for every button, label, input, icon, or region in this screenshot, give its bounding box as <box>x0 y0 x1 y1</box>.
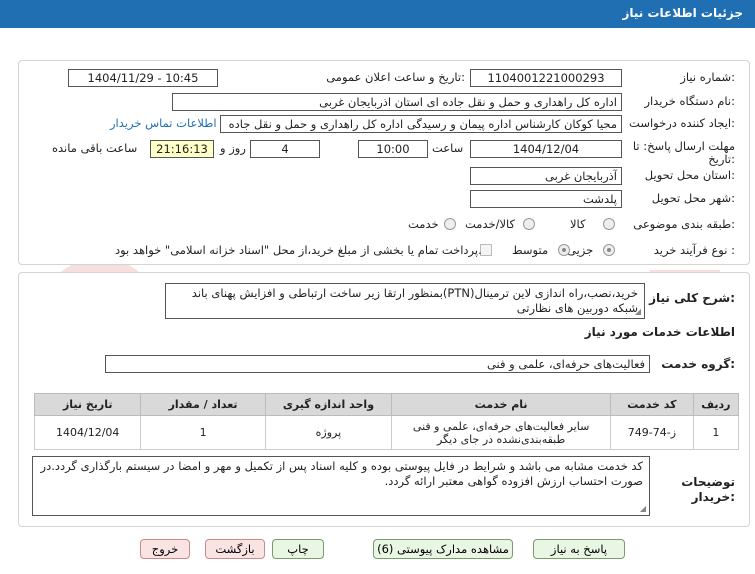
province-field: آذربایجان غربی <box>470 167 622 185</box>
deadline-time-field: 10:00 <box>358 140 428 158</box>
col-qty: تعداد / مقدار <box>140 393 266 416</box>
process-radio-minor[interactable] <box>603 244 615 256</box>
process-radio-medium[interactable] <box>558 244 570 256</box>
row-qty: 1 <box>140 415 266 450</box>
resize-handle-icon[interactable]: ◢ <box>638 505 646 513</box>
row-name: سایر فعالیت‌های حرفه‌ای، علمی و فنی طبقه… <box>391 415 612 450</box>
print-button[interactable]: چاپ <box>272 539 324 559</box>
creator-label: ایجاد کننده درخواست: <box>629 116 735 130</box>
buyer-notes-label-2: خریدار: <box>691 490 735 504</box>
process-medium-label: متوسط <box>512 243 549 257</box>
row-index: 1 <box>692 415 740 450</box>
row-unit: پروژه <box>264 415 393 450</box>
need-number-field: 1104001221000293 <box>470 69 622 87</box>
table-row: 1 ز-74-749 سایر فعالیت‌های حرفه‌ای، علمی… <box>33 415 740 450</box>
announce-datetime-field: 1404/11/29 - 10:45 <box>68 69 218 87</box>
category-radio-service[interactable] <box>444 218 456 230</box>
back-button[interactable]: بازگشت <box>205 539 265 559</box>
page-title: جزئیات اطلاعات نیاز <box>622 6 743 20</box>
description-label: شرح کلی نیاز: <box>649 291 735 305</box>
need-number-label: شماره نیاز: <box>680 70 735 84</box>
days-remaining-field: 4 <box>250 140 320 158</box>
services-table-header: ردیف کد خدمت نام خدمت واحد اندازه گیری ت… <box>33 393 740 416</box>
category-goods-service-label: کالا/خدمت <box>465 217 516 231</box>
remaining-time-field: 21:16:13 <box>150 140 214 158</box>
buyer-notes-label: توضیحات <box>681 475 735 489</box>
province-label: استان محل تحویل: <box>644 168 735 182</box>
col-name: نام خدمت <box>391 393 612 416</box>
treasury-payment-note: پرداخت تمام یا بخشی از مبلغ خرید،از محل … <box>115 243 482 257</box>
col-unit: واحد اندازه گیری <box>264 393 393 416</box>
buyer-notes-text: کد خدمت مشابه می باشد و شرایط در فایل پی… <box>40 459 643 488</box>
description-text: خرید،نصب،راه اندازی لاین ترمینال(PTN)بمن… <box>191 286 638 315</box>
row-code: ز-74-749 <box>610 415 694 450</box>
buyer-contact-link[interactable]: اطلاعات تماس خریدار <box>110 116 217 130</box>
city-label: شهر محل تحویل: <box>651 191 735 205</box>
buyer-org-label: نام دستگاه خریدار: <box>644 94 735 108</box>
deadline-date-field: 1404/12/04 <box>470 140 622 158</box>
description-field: خرید،نصب،راه اندازی لاین ترمینال(PTN)بمن… <box>165 283 645 319</box>
category-label: طبقه بندی موضوعی: <box>633 217 735 231</box>
service-group-label: گروه خدمت: <box>661 357 735 371</box>
deadline-time-label: ساعت <box>432 141 464 155</box>
days-label: روز و <box>220 141 246 155</box>
deadline-label: مهلت ارسال پاسخ: تا <box>632 139 735 153</box>
services-section-title: اطلاعات خدمات مورد نیاز <box>584 325 735 339</box>
row-date: 1404/12/04 <box>33 415 142 450</box>
category-service-label: خدمت <box>408 217 439 231</box>
announce-datetime-label: تاریخ و ساعت اعلان عمومی: <box>326 70 465 84</box>
col-date: تاریخ نیاز <box>33 393 142 416</box>
creator-field: محیا کوکان کارشناس اداره پیمان و رسیدگی … <box>220 115 622 133</box>
buyer-notes-field: کد خدمت مشابه می باشد و شرایط در فایل پی… <box>32 456 650 516</box>
buyer-org-field: اداره کل راهداری و حمل و نقل جاده ای است… <box>172 93 622 111</box>
resize-handle-icon[interactable]: ◢ <box>633 308 641 316</box>
category-radio-goods-service[interactable] <box>523 218 535 230</box>
treasury-payment-checkbox[interactable] <box>480 244 492 256</box>
col-code: کد خدمت <box>610 393 694 416</box>
need-info-panel <box>18 60 750 265</box>
process-type-label: نوع فرآیند خرید : <box>653 243 735 257</box>
remaining-time-label: ساعت باقی مانده <box>52 141 138 155</box>
service-group-field: فعالیت‌های حرفه‌ای، علمی و فنی <box>105 355 650 373</box>
reply-button[interactable]: پاسخ به نیاز <box>533 539 625 559</box>
attachments-button[interactable]: مشاهده مدارک پیوستی (6) <box>373 539 513 559</box>
process-minor-label: جزیی <box>567 243 594 257</box>
category-radio-goods[interactable] <box>603 218 615 230</box>
city-field: پلدشت <box>470 190 622 208</box>
exit-button[interactable]: خروج <box>140 539 190 559</box>
page-header: جزئیات اطلاعات نیاز <box>0 0 755 28</box>
col-row: ردیف <box>692 393 740 416</box>
category-goods-label: کالا <box>570 217 586 231</box>
services-table: ردیف کد خدمت نام خدمت واحد اندازه گیری ت… <box>33 393 740 450</box>
deadline-date-label: تاریخ: <box>708 152 735 166</box>
